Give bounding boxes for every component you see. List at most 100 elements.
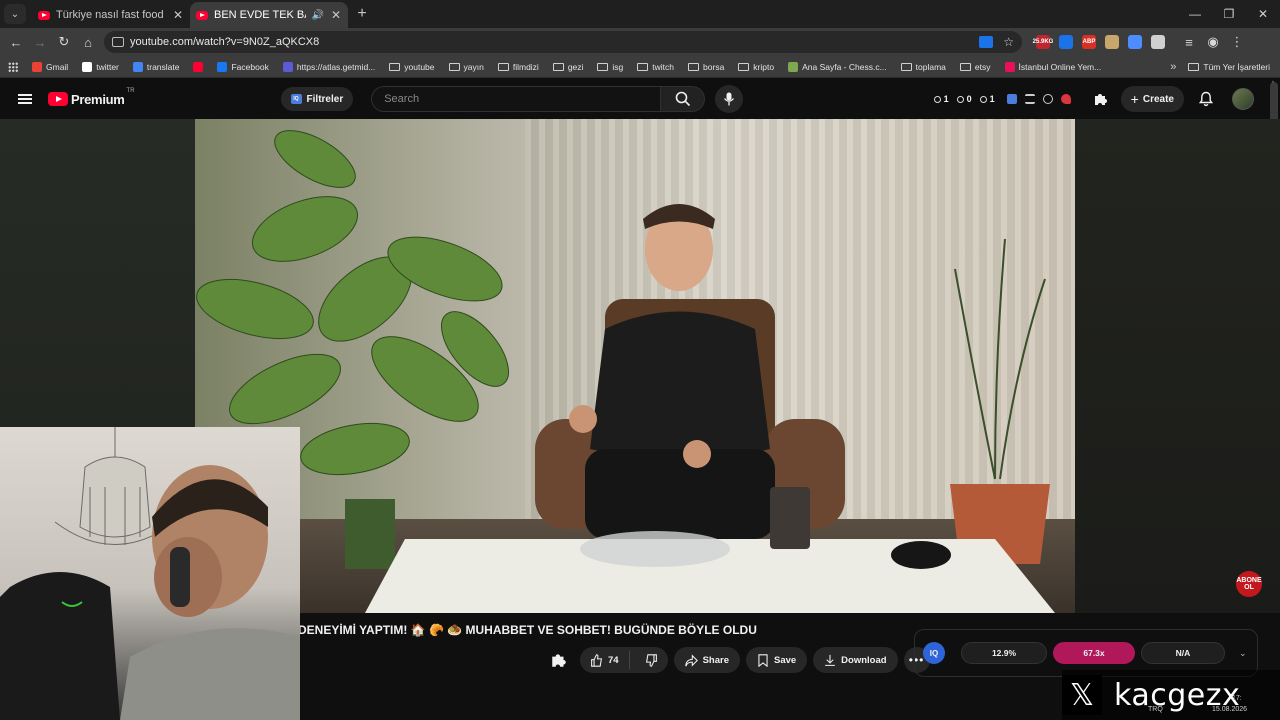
share-button[interactable]: Share — [673, 647, 740, 673]
minimize-icon[interactable]: — — [1178, 7, 1212, 21]
bookmark-item[interactable]: gezi — [552, 62, 583, 72]
thumbs-down-icon — [645, 653, 657, 667]
home-icon[interactable]: ⌂ — [76, 35, 100, 50]
puzzle-extension-icon[interactable] — [1151, 35, 1165, 49]
bookmark-star-icon[interactable]: ☆ — [1003, 35, 1014, 49]
browser-tab-1[interactable]: Türkiye nasıl fast food ülkesi ol ✕ — [32, 2, 190, 28]
filters-button[interactable]: IQ Filtreler — [280, 87, 354, 111]
all-bookmarks-folder[interactable]: Tüm Yer İşaretleri — [1188, 62, 1270, 72]
browser-menu-icon[interactable]: ⋮ — [1225, 34, 1249, 50]
close-tab-icon[interactable]: ✕ — [330, 8, 342, 22]
list-icon[interactable] — [1024, 94, 1035, 104]
voice-search-button[interactable] — [715, 85, 744, 113]
adblock-extension-icon[interactable]: ABP — [1082, 35, 1096, 49]
search-button[interactable] — [661, 86, 706, 112]
puzzle-extension-icon[interactable] — [1093, 91, 1109, 107]
bookmark-label: Gmail — [46, 61, 69, 72]
stat-eye-1: 0 — [956, 94, 972, 104]
bookmark-item[interactable]: https://atlas.getmid... — [282, 61, 375, 72]
bookmark-item[interactable]: Facebook — [217, 61, 269, 72]
browser-tab-bar: ⌄ Türkiye nasıl fast food ülkesi ol ✕ BE… — [0, 0, 1280, 28]
bookmark-label: isg — [612, 61, 624, 72]
bookmark-item[interactable] — [193, 61, 204, 72]
translate-page-icon[interactable] — [979, 36, 994, 48]
back-arrow-icon[interactable]: ← — [4, 35, 28, 50]
bookmark-item[interactable]: toplama — [900, 62, 946, 72]
bookmark-item[interactable]: isg — [597, 62, 623, 72]
reload-icon[interactable]: ↻ — [52, 34, 76, 50]
stat-value: 1 — [943, 94, 949, 104]
iq-metric-na: N/A — [1141, 642, 1225, 664]
face-extension-icon[interactable] — [1105, 35, 1119, 49]
bookmark-item[interactable]: youtube — [389, 62, 435, 72]
bookmark-item[interactable]: İstanbul Online Yem... — [1004, 61, 1102, 72]
puzzle-extension-icon[interactable] — [550, 651, 568, 669]
site-favicon-icon — [193, 61, 204, 72]
dislike-button[interactable] — [635, 653, 668, 667]
extension-stats[interactable]: 1 0 1 — [933, 94, 995, 104]
youtube-premium-logo[interactable]: Premium TR — [48, 88, 135, 107]
bookmarks-overflow-icon[interactable]: » — [1170, 61, 1176, 73]
subscribe-watermark[interactable]: ABONE OL — [1236, 571, 1262, 597]
url-bar[interactable]: youtube.com/watch?v=9N0Z_aQKCX8 ☆ — [104, 31, 1022, 53]
close-window-icon[interactable]: ✕ — [1246, 7, 1280, 21]
search-box[interactable] — [371, 86, 662, 112]
red-badge-extension-icon[interactable]: 25.9KG — [1033, 35, 1053, 49]
chevron-down-icon[interactable]: ⌄ — [1239, 648, 1247, 659]
video-title: DENEYİMİ YAPTIM! 🏠 🥐 🧆 MUHABBET VE SOHBE… — [298, 623, 757, 637]
site-favicon-icon — [82, 61, 93, 72]
bookmark-item[interactable]: kripto — [738, 62, 774, 72]
bookmark-item[interactable]: Gmail — [32, 61, 69, 72]
folder-icon — [389, 62, 401, 71]
site-info-icon[interactable] — [112, 37, 124, 47]
forward-arrow-icon[interactable]: → — [28, 35, 52, 50]
download-button[interactable]: Download — [813, 647, 898, 673]
bookmark-item[interactable]: yayın — [448, 62, 484, 72]
create-button[interactable]: + Create — [1120, 86, 1184, 112]
bookmark-item[interactable]: twitch — [637, 62, 674, 72]
search-input[interactable] — [384, 93, 661, 105]
close-tab-icon[interactable]: ✕ — [172, 8, 184, 22]
restore-icon[interactable]: ❐ — [1212, 7, 1246, 21]
notification-off-icon[interactable] — [1060, 94, 1071, 104]
tray-language[interactable]: TRQ — [1148, 706, 1163, 713]
bookmark-item[interactable]: etsy — [959, 61, 991, 72]
bookmark-item[interactable]: borsa — [688, 62, 724, 72]
folder-icon — [448, 62, 460, 71]
notifications-bell-icon[interactable] — [1198, 91, 1214, 107]
bookmark-item[interactable]: Ana Sayfa - Chess.c... — [788, 61, 887, 72]
bookmark-label: İstanbul Online Yem... — [1018, 61, 1102, 72]
new-tab-button[interactable]: + — [350, 5, 374, 23]
tray-date[interactable]: 15.08.2026 — [1212, 706, 1247, 713]
bookmark-item[interactable]: filmdizi — [497, 61, 539, 72]
url-text[interactable]: youtube.com/watch?v=9N0Z_aQKCX8 — [130, 36, 979, 48]
audio-playing-icon[interactable]: 🔊 — [312, 10, 324, 21]
x-logo-icon: 𝕏 — [1062, 675, 1102, 715]
tab-search-button[interactable]: ⌄ — [4, 4, 26, 24]
iq-badge[interactable]: IQ — [923, 642, 945, 664]
video-frame-image — [195, 119, 1075, 613]
iq-metric-multiplier: 67.3x — [1053, 642, 1135, 664]
bookmark-item[interactable]: twitter — [82, 61, 119, 72]
bookmark-label: etsy — [974, 61, 991, 72]
all-bookmarks-label: Tüm Yer İşaretleri — [1203, 61, 1270, 72]
bookmark-label: filmdizi — [512, 61, 539, 72]
user-avatar[interactable] — [1232, 88, 1254, 110]
reading-list-icon[interactable]: ≡ — [1177, 35, 1201, 50]
folder-icon — [688, 62, 700, 71]
iq-icon[interactable] — [1006, 94, 1017, 104]
bookmark-label: kripto — [753, 61, 775, 72]
save-button[interactable]: Save — [745, 647, 808, 673]
award-icon[interactable] — [1042, 94, 1053, 104]
menu-icon[interactable] — [18, 94, 32, 104]
translate-extension-icon[interactable] — [1059, 35, 1073, 49]
bookmark-label: Ana Sayfa - Chess.c... — [802, 61, 887, 72]
like-button[interactable]: 74 — [580, 651, 630, 669]
bookmark-item[interactable]: translate — [132, 61, 179, 72]
wave-extension-icon[interactable] — [1128, 35, 1142, 49]
apps-grid-icon[interactable] — [8, 61, 18, 72]
profile-icon[interactable]: ◉ — [1201, 34, 1225, 50]
browser-tab-2[interactable]: BEN EVDE TEK BAŞIMA KRI 🔊 ✕ — [190, 2, 348, 28]
bookmark-label: Facebook — [231, 61, 269, 72]
tray-time[interactable]: 17: — [1232, 695, 1242, 702]
